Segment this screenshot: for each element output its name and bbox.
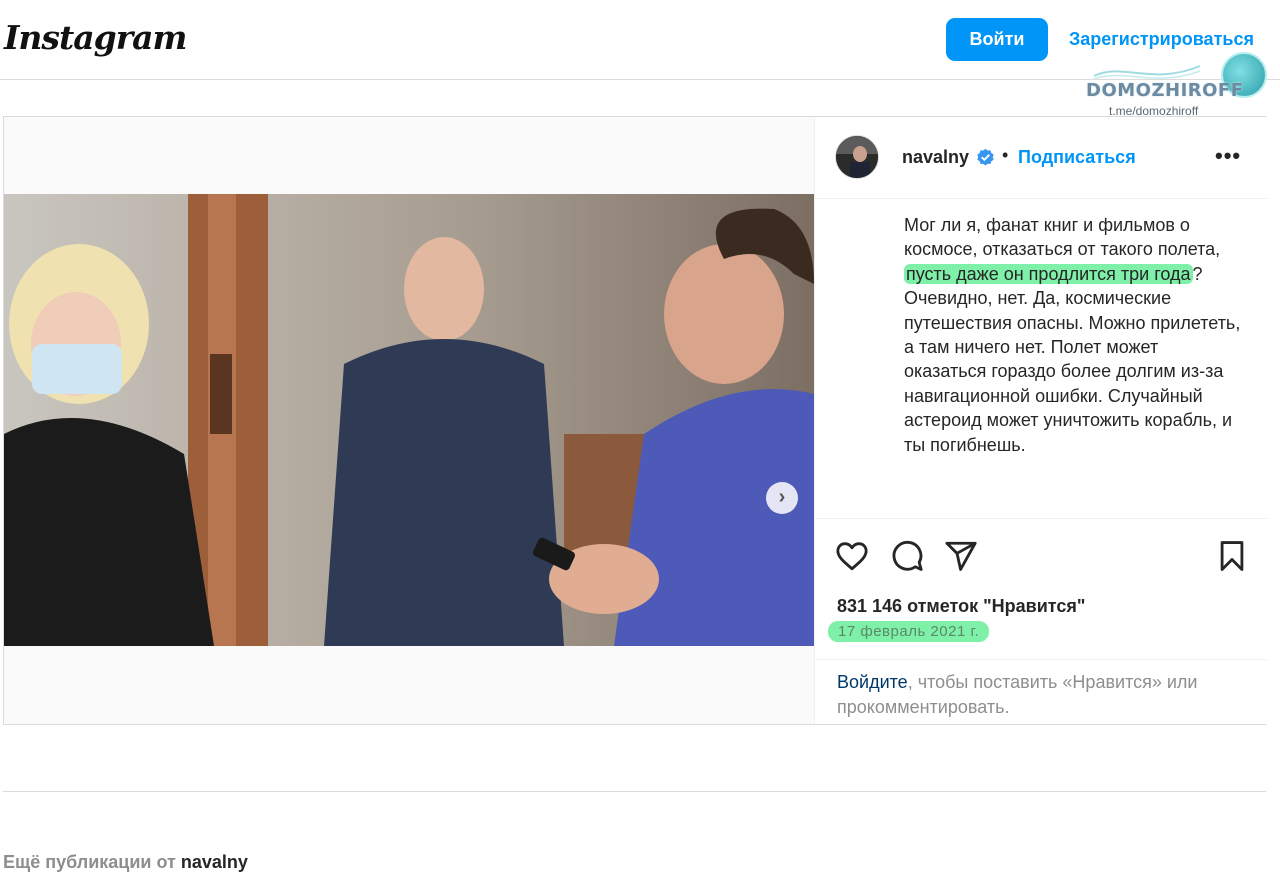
post-media: ›	[4, 117, 814, 724]
login-button[interactable]: Войти	[946, 18, 1048, 61]
caption-text: Мог ли я, фанат книг и фильмов о космосе…	[904, 215, 1221, 260]
share-icon[interactable]	[944, 539, 978, 573]
carousel-next-button[interactable]: ›	[766, 482, 798, 514]
post-date[interactable]: 17 февраль 2021 г.	[828, 621, 990, 642]
signup-link[interactable]: Зарегистрироваться	[1069, 29, 1254, 50]
more-options-icon[interactable]: •••	[1215, 143, 1241, 169]
verified-badge-icon	[977, 148, 994, 166]
section-divider	[3, 791, 1266, 792]
author-avatar[interactable]	[835, 135, 879, 179]
avatar-image	[836, 136, 878, 178]
post-header: navalny • Подписаться •••	[815, 117, 1267, 199]
comment-login-link[interactable]: Войдите	[837, 672, 908, 692]
watermark: DOMOZHIROFF t.me/domozhiroff	[1082, 50, 1272, 120]
post-sidebar: navalny • Подписаться ••• Мог ли я, фана…	[814, 117, 1267, 724]
post-actions: 831 146 отметок "Нравится" 17 февраль 20…	[815, 518, 1267, 724]
comment-icon[interactable]	[890, 539, 924, 573]
post-caption: Мог ли я, фанат книг и фильмов о космосе…	[904, 213, 1244, 457]
bookmark-icon[interactable]	[1215, 539, 1249, 573]
post-card: › navalny • Подписаться ••• Мог ли я, фа…	[3, 116, 1267, 725]
header-separator: •	[1002, 145, 1009, 165]
follow-button[interactable]: Подписаться	[1018, 147, 1136, 168]
likes-count[interactable]: 831 146 отметок "Нравится"	[837, 596, 1085, 617]
more-publications-prefix: Ещё публикации от	[3, 852, 181, 872]
watermark-wave-icon	[1093, 65, 1201, 80]
comment-login-prompt: Войдите, чтобы поставить «Нравится» или …	[815, 659, 1267, 725]
courtroom-photo-image	[4, 194, 814, 646]
caption-text-rest: ? Очевидно, нет. Да, космические путешес…	[904, 263, 1241, 455]
heart-icon[interactable]	[835, 539, 869, 573]
more-publications-username[interactable]: navalny	[181, 852, 248, 872]
author-username[interactable]: navalny	[902, 147, 969, 168]
post-photo[interactable]: ›	[4, 194, 814, 646]
more-publications-heading: Ещё публикации от navalny	[3, 852, 248, 873]
watermark-name: DOMOZHIROFF	[1086, 80, 1244, 101]
caption-highlight: пусть даже он продлится три года	[904, 263, 1193, 284]
instagram-logo[interactable]: Instagram	[4, 18, 187, 57]
